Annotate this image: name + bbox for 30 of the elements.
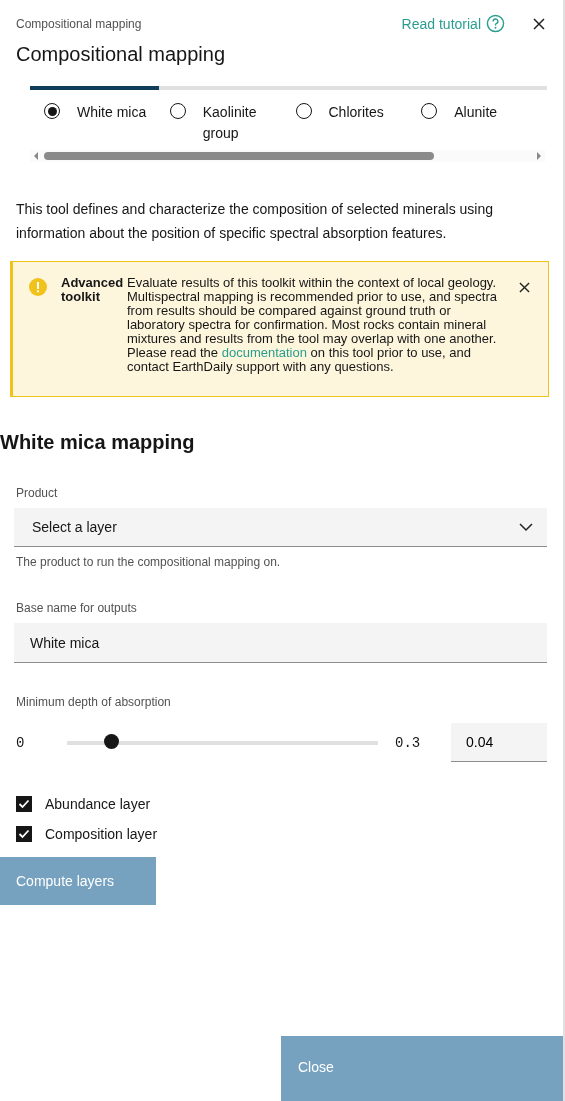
product-dropdown[interactable]: Select a layer <box>14 508 547 547</box>
depth-input[interactable]: 0.04 <box>451 723 547 762</box>
slider-thumb[interactable] <box>103 733 119 749</box>
checkbox[interactable] <box>16 796 32 812</box>
checkbox-option[interactable]: Abundance layer <box>16 796 547 812</box>
base-name-input[interactable]: White mica <box>14 623 547 663</box>
close-button[interactable] <box>531 15 547 32</box>
checkbox-option[interactable]: Composition layer <box>16 826 547 842</box>
mineral-option[interactable]: Kaolinite group <box>169 102 296 144</box>
mineral-option[interactable]: Alunite <box>421 102 547 144</box>
panel-title: Compositional mapping <box>16 43 226 66</box>
field-label: Minimum depth of absorption <box>16 695 172 709</box>
slider-min-label: 0 <box>15 734 26 751</box>
mineral-option[interactable]: Chlorites <box>295 102 422 144</box>
breadcrumb: Compositional mapping <box>16 16 143 31</box>
horizontal-scrollbar[interactable] <box>30 150 545 162</box>
dismiss-button[interactable] <box>517 280 532 295</box>
slider-max-label: 0.3 <box>395 734 422 751</box>
warning-icon <box>29 278 47 296</box>
helper-text: The product to run the compositional mapping on. <box>16 555 282 569</box>
notice-title: Advanced toolkit <box>61 276 123 304</box>
section-heading: White mica mapping <box>0 431 196 454</box>
chevron-down-icon <box>519 522 533 532</box>
checkbox[interactable] <box>16 826 32 842</box>
description-text: This tool defines and characterize the composition of selected minerals using information about the position of specific spectral absorption features. <box>16 200 495 243</box>
help-icon <box>486 14 505 33</box>
field-label: Base name for outputs <box>16 601 138 615</box>
field-label: Product <box>16 486 59 500</box>
mineral-option[interactable]: White mica <box>44 102 170 144</box>
notice-text: Evaluate results of this toolkit within the context of local geology. Multispectral mapping is recommended prior to use, and spectra from results should be compared against ground truth or laboratory spectra for confirmation. Most rocks contain mineral mixtures and results from the tool may overlap with one another. Please read the documentation on this tool prior to use, and contact EarthDaily support with any questions. <box>127 276 498 374</box>
